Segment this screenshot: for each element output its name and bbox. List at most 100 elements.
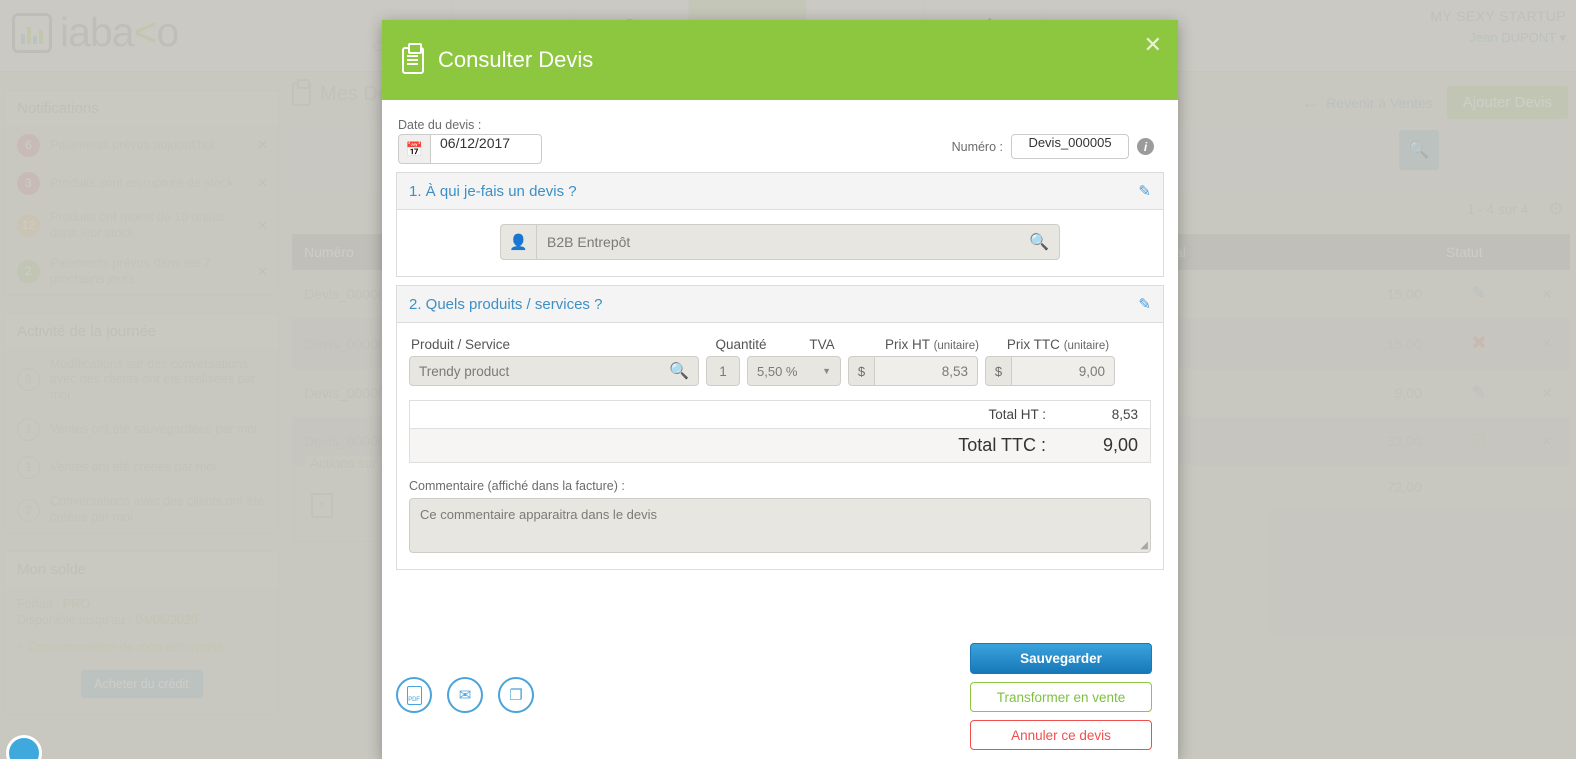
until-value: 04/06/2020 xyxy=(135,612,199,627)
product-line-row: Trendy product 🔍 1 5,50 % ▼ $ 8,53 $ 9,0… xyxy=(409,356,1151,386)
until-line: Disponible jusqu'au : 04/06/2020 xyxy=(17,613,266,627)
cross-icon[interactable]: ✖ xyxy=(1471,333,1487,354)
add-devis-button[interactable]: Ajouter Devis xyxy=(1446,86,1568,119)
activity-panel: Activité de la journée 3 Modifications s… xyxy=(4,312,279,534)
search-icon[interactable]: 🔍 xyxy=(669,361,689,381)
close-icon[interactable]: ✕ xyxy=(257,218,268,234)
notification-text: Produits sont en rupture de stock xyxy=(50,175,234,190)
notification-item[interactable]: 3 Produits sont en rupture de stock ✕ xyxy=(5,164,278,202)
numero-input[interactable]: Devis_000005 xyxy=(1011,134,1129,159)
total-spacer2 xyxy=(1434,465,1524,509)
numero-field-group: Numéro : Devis_000005 i xyxy=(952,134,1154,159)
consumption-link[interactable]: + Consommation de mon entreprise xyxy=(17,639,266,654)
close-icon[interactable]: ✕ xyxy=(1144,34,1162,56)
total-ht-row: Total HT : 8,53 xyxy=(410,401,1150,429)
quantity-input[interactable]: 1 xyxy=(706,356,740,386)
help-chat-icon[interactable] xyxy=(6,735,42,759)
calendar-icon[interactable]: 📅 xyxy=(398,134,430,164)
cancel-devis-button[interactable]: Annuler ce devis xyxy=(970,720,1152,750)
user-menu[interactable]: Jean DUPONT ▾ xyxy=(1430,30,1566,46)
buy-credit-button[interactable]: Acheter du crédit xyxy=(80,669,203,698)
left-sidebar: Notifications 6 Paiements prévus aujourd… xyxy=(4,90,279,732)
close-icon[interactable]: ✕ xyxy=(257,175,268,191)
delete-icon[interactable]: ✕ xyxy=(1524,369,1570,417)
delete-icon[interactable]: ✕ xyxy=(1524,417,1570,465)
cell-statut[interactable]: ✎ xyxy=(1434,270,1524,318)
product-columns-header: Produit / Service Quantité TVA Prix HT (… xyxy=(409,337,1151,356)
cell-statut[interactable]: ✎ xyxy=(1434,369,1524,417)
clipboard-icon xyxy=(402,42,424,74)
notification-count: 2 xyxy=(17,260,40,284)
col-price-ht-unit: (unitaire) xyxy=(933,340,979,352)
notification-item[interactable]: 12 Produits ont moins de 10 unités dans … xyxy=(5,202,278,248)
comment-textarea[interactable]: Ce commentaire apparaitra dans le devis … xyxy=(409,498,1151,553)
price-ht-input[interactable]: 8,53 xyxy=(874,356,978,386)
notification-count: 12 xyxy=(17,214,40,238)
client-input[interactable]: B2B Entrepôt 🔍 xyxy=(536,224,1060,260)
activity-item: 2 Conversations avec des clients ont été… xyxy=(5,486,278,532)
logo-chart-icon xyxy=(12,12,52,53)
cell-statut[interactable]: ☑ xyxy=(1434,417,1524,465)
date-label: Date du devis : xyxy=(398,118,482,132)
back-link-label: Revenir à Ventes xyxy=(1326,94,1433,111)
total-ht-value: 8,53 xyxy=(1111,407,1138,422)
notification-text: Produits ont moins de 10 unités dans leu… xyxy=(50,210,226,240)
until-label: Disponible jusqu'au : xyxy=(17,612,132,627)
balance-panel: Mon solde Forfait : PRO Disponible jusqu… xyxy=(4,550,279,715)
footer-icon-buttons: PDF ✉ ❐ xyxy=(396,677,534,713)
excel-export-icon[interactable]: X xyxy=(311,493,333,518)
notification-count: 6 xyxy=(17,134,40,157)
app-root: iaba<o ☺ Clients ⚑ Produits 💼 Services ▯ xyxy=(0,0,1576,759)
modal-header: Consulter Devis ✕ xyxy=(382,20,1178,100)
close-icon[interactable]: ✕ xyxy=(257,264,268,280)
edit-icon[interactable]: ✎ xyxy=(1472,383,1486,402)
product-value: Trendy product xyxy=(419,363,510,379)
delete-icon[interactable]: ✕ xyxy=(1524,270,1570,318)
client-field[interactable]: 👤 B2B Entrepôt 🔍 xyxy=(500,224,1060,260)
col-price-ht-main: Prix HT xyxy=(885,337,930,352)
email-icon[interactable]: ✉ xyxy=(447,677,483,713)
account-area: MY SEXY STARTUP Jean DUPONT ▾ xyxy=(1430,8,1566,46)
back-to-ventes-link[interactable]: ← Revenir à Ventes xyxy=(1302,93,1433,113)
edit-pencil-icon[interactable]: ✎ xyxy=(1138,295,1151,313)
search-button[interactable]: 🔍 xyxy=(1399,130,1439,170)
section-client-body: 👤 B2B Entrepôt 🔍 xyxy=(397,210,1163,276)
notification-item[interactable]: 6 Paiements prévus aujourd'hui ✕ xyxy=(5,126,278,164)
transform-to-sale-button[interactable]: Transformer en vente xyxy=(970,682,1152,712)
client-value: B2B Entrepôt xyxy=(547,234,631,250)
total-ttc-value: 9,00 xyxy=(1102,435,1138,455)
info-icon[interactable]: i xyxy=(1137,138,1154,155)
cell-statut[interactable]: ✖ xyxy=(1434,318,1524,369)
date-field-group[interactable]: 📅 06/12/2017 xyxy=(398,134,542,164)
pdf-icon[interactable]: PDF xyxy=(396,677,432,713)
save-button[interactable]: Sauvegarder xyxy=(970,643,1152,674)
price-ttc-input[interactable]: 9,00 xyxy=(1011,356,1115,386)
check-icon[interactable]: ☑ xyxy=(1471,431,1486,450)
search-icon[interactable]: 🔍 xyxy=(1029,232,1049,252)
edit-icon[interactable]: ✎ xyxy=(1472,284,1486,303)
duplicate-icon[interactable]: ❐ xyxy=(498,677,534,713)
price-ht-group: $ 8,53 xyxy=(848,356,978,386)
consulter-devis-modal: Consulter Devis ✕ Date du devis : 📅 06/1… xyxy=(382,20,1178,759)
product-input[interactable]: Trendy product 🔍 xyxy=(409,356,699,386)
column-statut: Statut xyxy=(1434,234,1524,270)
numero-label: Numéro : xyxy=(951,139,1003,154)
totals-box: Total HT : 8,53 Total TTC : 9,00 xyxy=(409,400,1151,463)
client-row: 👤 B2B Entrepôt 🔍 xyxy=(409,224,1151,260)
gear-icon[interactable]: ⚙ xyxy=(1548,199,1564,220)
section-products-body: Produit / Service Quantité TVA Prix HT (… xyxy=(397,323,1163,569)
total-ttc-label: Total TTC : xyxy=(958,435,1046,455)
cell-total: 15,00 xyxy=(1144,318,1434,369)
close-icon[interactable]: ✕ xyxy=(257,137,268,153)
activity-text: Ventes ont été créées par moi xyxy=(50,460,217,475)
modal-title: Consulter Devis xyxy=(438,47,594,72)
activity-text: Ventes ont été sauvegardées par moi xyxy=(50,422,258,437)
app-logo[interactable]: iaba<o xyxy=(12,12,179,53)
date-input[interactable]: 06/12/2017 xyxy=(430,134,542,164)
tva-select[interactable]: 5,50 % ▼ xyxy=(747,356,841,386)
notification-item[interactable]: 2 Paiements prévus dans les 7 prochains … xyxy=(5,248,278,294)
delete-icon[interactable]: ✕ xyxy=(1524,318,1570,369)
edit-pencil-icon[interactable]: ✎ xyxy=(1138,182,1151,200)
resize-handle[interactable]: ◢ xyxy=(1140,540,1148,551)
modal-body: Date du devis : 📅 06/12/2017 Numéro : De… xyxy=(382,100,1178,631)
